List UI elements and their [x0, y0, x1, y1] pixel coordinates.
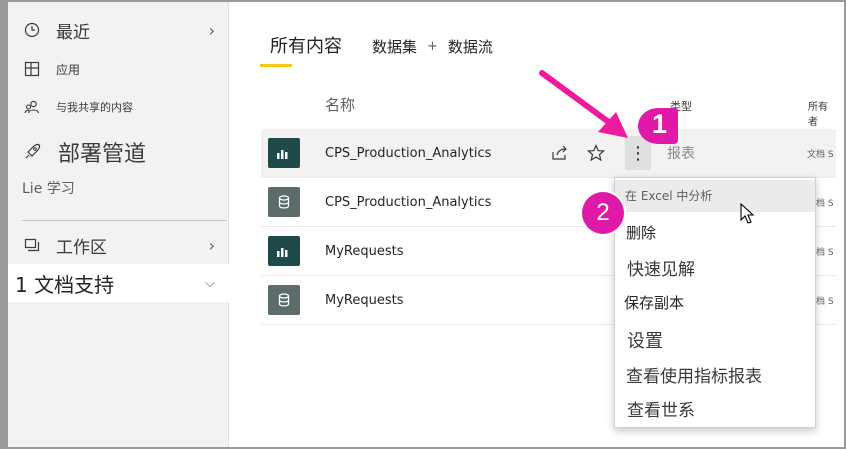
item-name[interactable]: CPS_Production_Analytics [325, 146, 491, 161]
nav-pipelines-label: 部署管道 [58, 142, 147, 167]
current-workspace-label: 1 文档支持 [15, 272, 115, 297]
report-icon [268, 138, 300, 168]
nav-workspaces[interactable]: 工作区 › [8, 230, 229, 260]
rocket-icon [22, 142, 42, 162]
share-icon[interactable] [549, 142, 571, 164]
star-icon[interactable] [585, 142, 607, 164]
report-icon [268, 236, 300, 266]
nav-shared-label: 与我共享的内容 [56, 101, 133, 114]
item-name[interactable]: MyRequests [325, 244, 404, 259]
nav-recent-label: 最近 [56, 22, 90, 43]
mouse-cursor-icon [740, 203, 755, 224]
tab-all-content[interactable]: 所有内容 [260, 32, 342, 67]
column-header-owner[interactable]: 所有者 [808, 98, 836, 128]
column-header-name[interactable]: 名称 [325, 94, 355, 115]
item-owner: 文档 S [807, 149, 834, 160]
menu-usage-metrics[interactable]: 查看使用指标报表 [615, 364, 815, 390]
clock-icon [22, 20, 42, 40]
people-icon [22, 97, 42, 117]
callout-step-1-label: 1 [652, 109, 668, 139]
content-tabs: 所有内容 数据集 + 数据流 [260, 32, 493, 67]
menu-quick-insights[interactable]: 快速见解 [615, 256, 815, 284]
nav-recent[interactable]: 最近 › [8, 16, 229, 44]
nav-workspaces-label: 工作区 [56, 237, 107, 258]
menu-save-copy[interactable]: 保存副本 [615, 290, 815, 316]
workspaces-icon [22, 235, 42, 255]
dataset-icon [268, 187, 300, 217]
tab-group-data: 数据集 + 数据流 [372, 36, 493, 57]
tab-datasets[interactable]: 数据集 [372, 36, 417, 57]
chevron-down-icon: ⌵ [205, 275, 215, 291]
callout-step-2-label: 2 [596, 199, 610, 226]
nav-apps[interactable]: 应用 [8, 56, 229, 82]
apps-icon [22, 59, 42, 79]
chevron-right-icon: › [208, 20, 215, 40]
menu-view-lineage[interactable]: 查看世系 [615, 398, 815, 424]
callout-step-2: 2 [582, 192, 624, 234]
tab-dataflows[interactable]: 数据流 [448, 36, 493, 57]
nav-learn[interactable]: Lie 学习 [8, 176, 229, 200]
nav-apps-label: 应用 [56, 62, 81, 77]
menu-analyze-in-excel[interactable]: 在 Excel 中分析 [615, 180, 815, 212]
nav-divider [22, 220, 227, 221]
table-row[interactable]: CPS_Production_Analytics ⋮ 报表 文档 S [261, 129, 836, 178]
sidebar: 最近 › 应用 与我共享的内容 部署管道 Lie 学习 工作区 › 1 文档支持… [8, 2, 229, 447]
item-type: 报表 [667, 146, 695, 162]
menu-delete[interactable]: 删除 [615, 220, 815, 246]
nav-learn-label: Lie 学习 [22, 181, 75, 197]
nav-deployment-pipelines[interactable]: 部署管道 [8, 136, 229, 168]
menu-settings[interactable]: 设置 [615, 328, 815, 356]
dataset-icon [268, 285, 300, 315]
item-name[interactable]: CPS_Production_Analytics [325, 195, 491, 210]
chevron-right-icon: › [208, 235, 215, 255]
callout-step-1: 1 [638, 108, 678, 144]
nav-current-workspace[interactable]: 1 文档支持 ⌵ [8, 264, 229, 302]
context-menu: 在 Excel 中分析 删除 快速见解 保存副本 设置 查看使用指标报表 查看世… [614, 177, 816, 428]
nav-shared[interactable]: 与我共享的内容 [8, 94, 229, 120]
tab-plus: + [427, 39, 438, 54]
item-name[interactable]: MyRequests [325, 293, 404, 308]
